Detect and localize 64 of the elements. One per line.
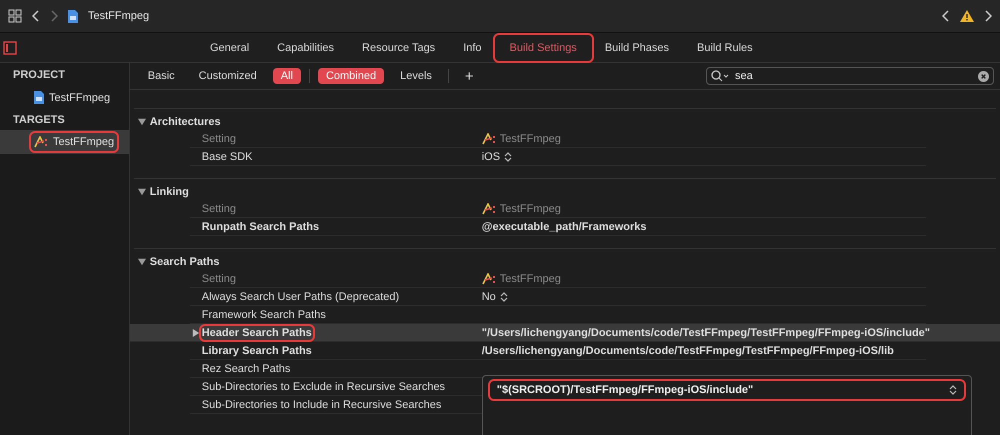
column-header: TestFFmpeg (500, 202, 561, 214)
column-header: TestFFmpeg (500, 272, 561, 284)
tab[interactable]: Info (449, 36, 496, 60)
sidebar-label: TestFFmpeg (53, 136, 114, 148)
search-icon (711, 70, 729, 82)
setting-name: Library Search Paths (202, 344, 312, 356)
target-icon (482, 132, 496, 144)
setting-value: "/Users/lichengyang/Documents/code/TestFFmpeg/TestFFmpeg/FFmpeg-iOS/include" (482, 326, 930, 338)
stepper-icon[interactable] (500, 292, 508, 302)
filter-button[interactable]: Customized (190, 68, 265, 84)
disclosure-icon[interactable] (138, 258, 146, 266)
sidebar-item[interactable]: TestFFmpeg (0, 85, 129, 110)
tab[interactable]: Build Rules (683, 36, 767, 60)
section-title: Architectures (150, 116, 221, 128)
column-header: Setting (202, 132, 236, 144)
section-title: Search Paths (150, 256, 220, 268)
filter-button[interactable]: Basic (140, 68, 183, 84)
setting-name: Always Search User Paths (Deprecated) (202, 290, 400, 302)
file-icon (34, 91, 44, 104)
setting-name: Header Search Paths (202, 326, 312, 338)
tab[interactable]: General (196, 36, 264, 60)
path-value[interactable]: "$(SRCROOT)/TestFFmpeg/FFmpeg-iOS/include" (496, 384, 754, 396)
search-field[interactable]: sea (706, 67, 994, 85)
setting-name: Base SDK (202, 150, 252, 162)
sidebar-heading: PROJECT (12, 68, 66, 83)
warning-icon[interactable] (960, 10, 974, 22)
target-icon (34, 136, 48, 148)
filter-button[interactable]: All (272, 68, 301, 84)
add-button[interactable]: + (456, 66, 482, 86)
disclosure-icon[interactable] (192, 328, 200, 336)
setting-value: No (482, 290, 496, 302)
column-header: Setting (202, 202, 236, 214)
file-title: TestFFmpeg (88, 10, 150, 22)
disclosure-icon[interactable] (138, 188, 146, 196)
sidebar-heading: TARGETS (12, 113, 66, 128)
sidebar-toggle-icon[interactable] (3, 40, 17, 54)
setting-name: Runpath Search Paths (202, 220, 320, 232)
tab[interactable]: Resource Tags (348, 36, 450, 60)
back-icon[interactable] (32, 10, 40, 22)
back-icon[interactable] (942, 10, 950, 22)
view-button[interactable]: Levels (392, 68, 440, 84)
setting-name: Sub-Directories to Exclude in Recursive Searches (202, 380, 446, 392)
setting-name: Framework Search Paths (202, 308, 326, 320)
clear-icon[interactable] (978, 70, 989, 82)
grid-icon[interactable] (8, 9, 22, 23)
tab[interactable]: Build Phases (590, 36, 684, 60)
disclosure-icon[interactable] (138, 118, 146, 126)
setting-value: @executable_path/Frameworks (482, 220, 647, 232)
stepper-icon[interactable] (948, 385, 957, 395)
setting-value: iOS (482, 150, 500, 162)
file-icon (68, 10, 78, 22)
sidebar-label: TestFFmpeg (49, 92, 110, 104)
tab[interactable]: Capabilities (263, 36, 348, 60)
target-icon (482, 202, 496, 214)
column-header: TestFFmpeg (500, 132, 561, 144)
stepper-icon[interactable] (504, 152, 512, 162)
sidebar-item[interactable]: TestFFmpeg (0, 130, 129, 154)
setting-name: Rez Search Paths (202, 362, 290, 374)
target-icon (482, 272, 496, 284)
section-title: Linking (150, 186, 189, 198)
column-header: Setting (202, 272, 236, 284)
setting-name: Sub-Directories to Include in Recursive Searches (202, 398, 442, 410)
setting-value: /Users/lichengyang/Documents/code/TestFFmpeg/TestFFmpeg/FFmpeg-iOS/lib (482, 344, 894, 356)
view-button[interactable]: Combined (318, 68, 384, 84)
